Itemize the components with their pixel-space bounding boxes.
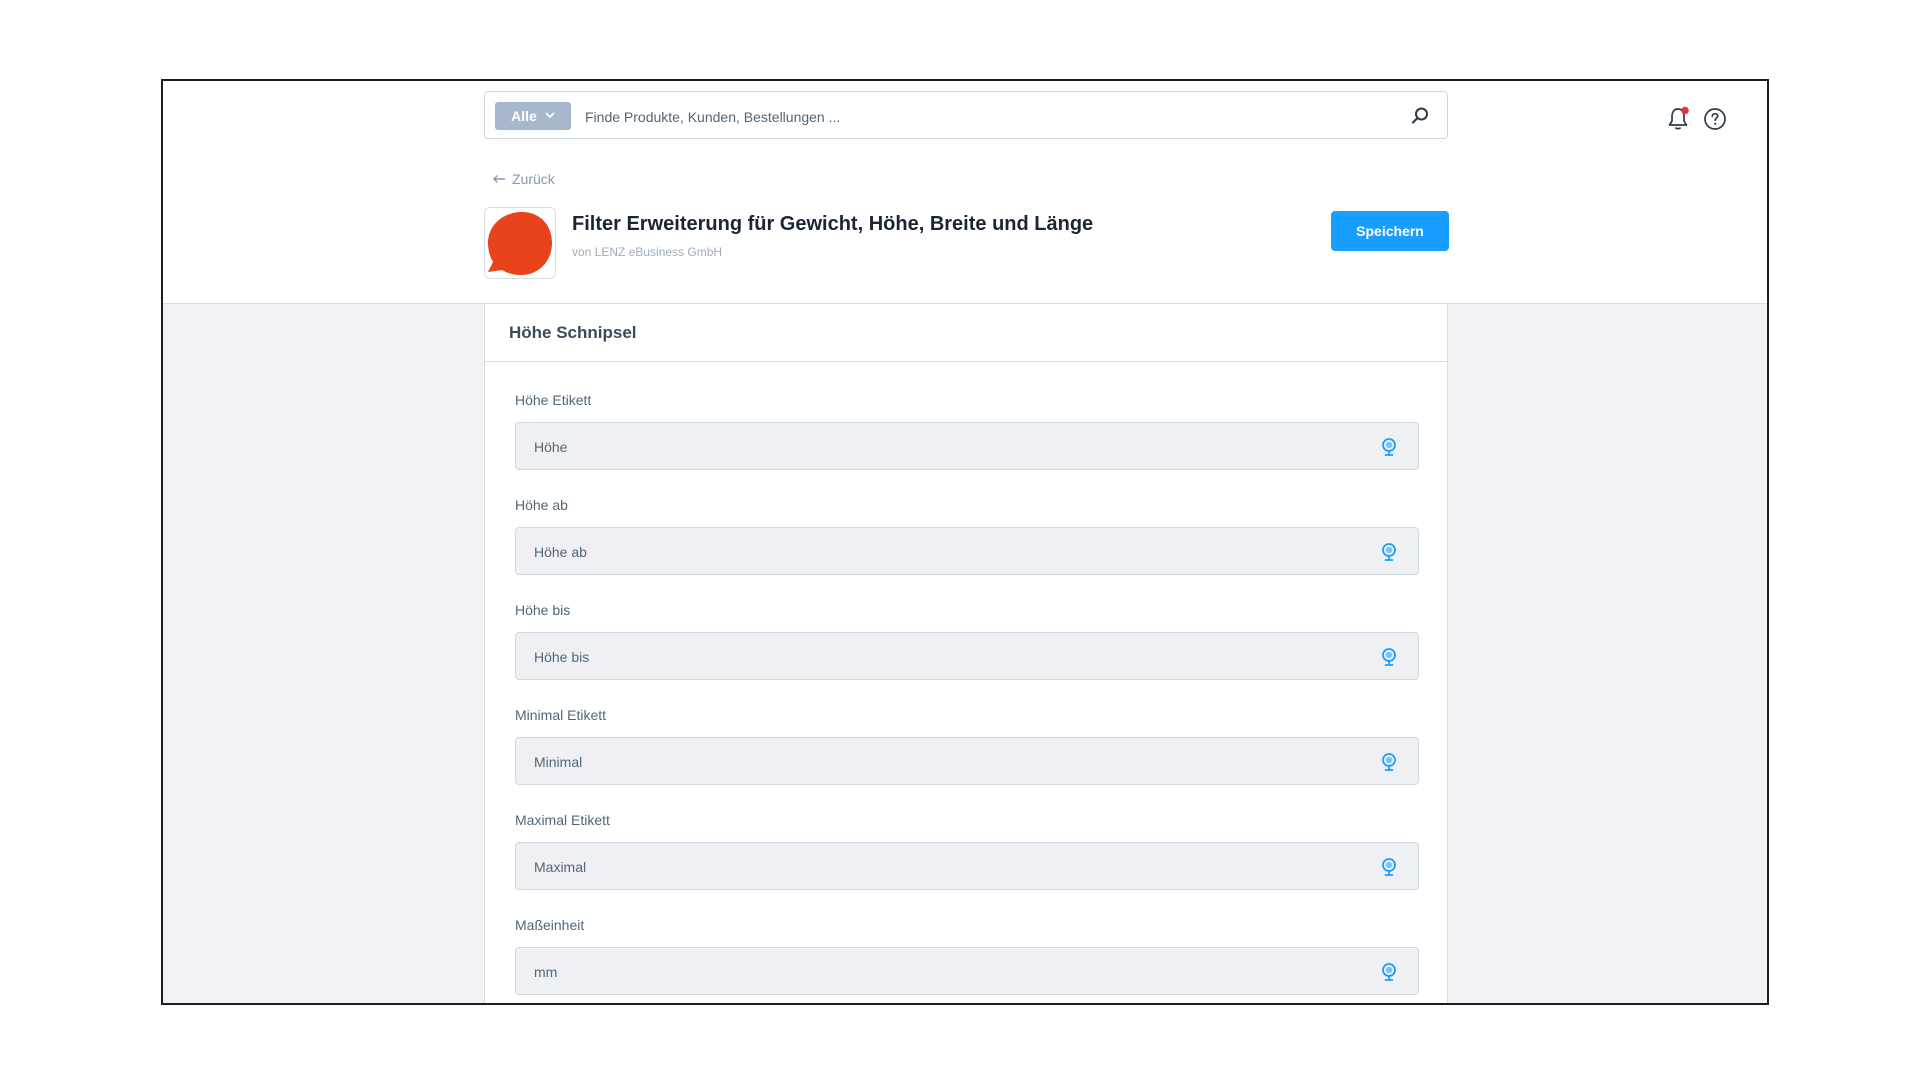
app-window: Alle Finde Produkte, Kunden, Bestellunge… xyxy=(161,79,1769,1005)
field-masseinheit: Maßeinheit xyxy=(515,917,1419,996)
help-circle-icon xyxy=(1704,108,1726,130)
field-label: Minimal Etikett xyxy=(515,707,607,723)
text-field xyxy=(515,842,1419,891)
globe-pin-icon[interactable] xyxy=(1380,962,1398,982)
content-area: Höhe Schnipsel Höhe Etikett Höhe ab xyxy=(163,304,1767,1003)
card-title: Höhe Schnipsel xyxy=(485,304,1447,362)
globe-pin-icon[interactable] xyxy=(1380,647,1398,667)
text-input[interactable] xyxy=(532,843,1356,891)
save-button[interactable]: Speichern xyxy=(1331,211,1449,251)
globe-pin-icon[interactable] xyxy=(1380,437,1398,457)
back-link-label: Zurück xyxy=(512,171,555,187)
field-label: Höhe Etikett xyxy=(515,392,592,408)
search-scope-label: Alle xyxy=(511,108,537,124)
back-link[interactable]: Zurück xyxy=(492,171,555,187)
text-input[interactable] xyxy=(532,633,1356,681)
text-field xyxy=(515,527,1419,576)
chevron-down-icon xyxy=(545,111,555,122)
page-title: Filter Erweiterung für Gewicht, Höhe, Br… xyxy=(572,213,1094,235)
field-hoehe-ab: Höhe ab xyxy=(515,497,1419,576)
text-input[interactable] xyxy=(532,528,1356,576)
field-maximal-etikett: Maximal Etikett xyxy=(515,812,1419,891)
text-field xyxy=(515,632,1419,681)
globe-pin-icon[interactable] xyxy=(1380,857,1398,877)
globe-pin-icon[interactable] xyxy=(1380,752,1398,772)
bell-icon xyxy=(1668,106,1689,130)
field-hoehe-etikett: Höhe Etikett xyxy=(515,392,1419,471)
text-field xyxy=(515,737,1419,786)
top-bar: Alle xyxy=(163,81,1767,156)
field-minimal-etikett: Minimal Etikett xyxy=(515,707,1419,786)
text-field xyxy=(515,947,1419,996)
extension-header: Zurück Filter Erweiterung für Gewicht, H… xyxy=(163,155,1767,304)
search-scope-dropdown[interactable]: Alle xyxy=(495,102,571,130)
help-button[interactable] xyxy=(1703,107,1727,131)
text-input[interactable] xyxy=(532,738,1356,786)
text-field xyxy=(515,422,1419,471)
extension-logo xyxy=(484,207,556,279)
search-icon[interactable] xyxy=(1409,105,1431,127)
field-label: Höhe ab xyxy=(515,497,568,513)
field-label: Maximal Etikett xyxy=(515,812,610,828)
arrow-left-icon xyxy=(492,171,506,187)
notification-dot xyxy=(1681,106,1689,115)
vendor-name: von LENZ eBusiness GmbH xyxy=(572,245,723,259)
field-label: Höhe bis xyxy=(515,602,571,618)
field-hoehe-bis: Höhe bis xyxy=(515,602,1419,681)
global-search: Alle xyxy=(484,91,1448,139)
field-label: Maßeinheit xyxy=(515,917,585,933)
globe-pin-icon[interactable] xyxy=(1380,542,1398,562)
search-input[interactable] xyxy=(583,102,1377,132)
settings-card: Höhe Schnipsel Höhe Etikett Höhe ab xyxy=(484,304,1448,1003)
text-input[interactable] xyxy=(532,948,1356,996)
notifications-button[interactable] xyxy=(1666,106,1690,132)
text-input[interactable] xyxy=(532,423,1356,471)
